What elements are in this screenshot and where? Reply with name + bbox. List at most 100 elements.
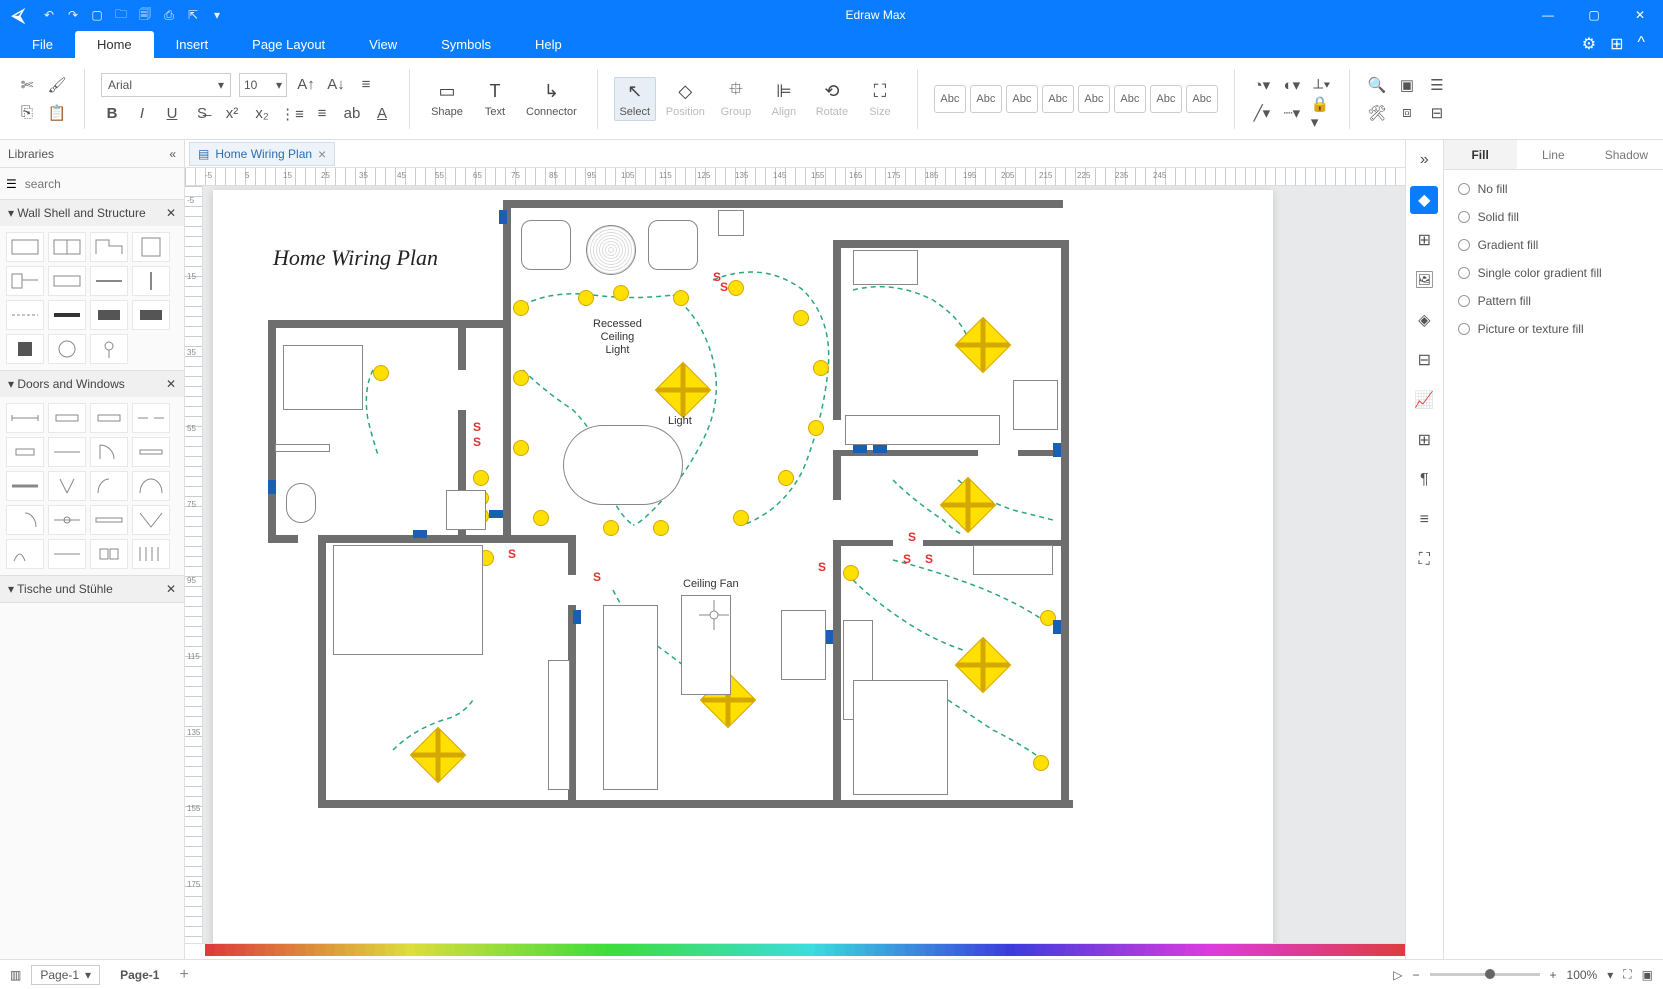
text-panel-icon[interactable]: ¶ xyxy=(1410,466,1438,494)
lib-item[interactable] xyxy=(90,505,128,535)
shape-button[interactable]: ▭Shape xyxy=(426,78,468,120)
font-select[interactable]: Arial▾ xyxy=(101,73,231,97)
italic-icon[interactable]: I xyxy=(131,103,153,125)
style-5[interactable]: Abc xyxy=(1078,85,1110,113)
lib-item[interactable] xyxy=(132,403,170,433)
position-button[interactable]: ◇Position xyxy=(662,78,709,120)
lib-item[interactable] xyxy=(48,403,86,433)
close-tab-icon[interactable]: × xyxy=(318,146,326,162)
fill-option-gradient[interactable]: Gradient fill xyxy=(1458,238,1649,252)
line-icon[interactable]: ╱▾ xyxy=(1251,102,1273,124)
open-icon[interactable]: ▢ xyxy=(88,6,106,24)
add-page-button[interactable]: + xyxy=(179,966,188,984)
tools-icon[interactable]: 🛠 xyxy=(1366,102,1388,124)
section-doors[interactable]: ▾ Doors and Windows✕ xyxy=(0,371,184,397)
fill-panel-icon[interactable]: ◆ xyxy=(1410,186,1438,214)
zoom-in-icon[interactable]: + xyxy=(1550,968,1557,982)
tab-page-layout[interactable]: Page Layout xyxy=(230,31,347,58)
list-icon[interactable]: ≡ xyxy=(311,103,333,125)
image-panel-icon[interactable]: 🖼 xyxy=(1410,266,1438,294)
undo-icon[interactable]: ↶ xyxy=(40,6,58,24)
page-tab[interactable]: Page-1 xyxy=(110,966,169,984)
color-bar[interactable] xyxy=(185,943,1405,959)
fit-page-icon[interactable]: ⛶ xyxy=(1623,967,1631,982)
inc-font-icon[interactable]: A↑ xyxy=(295,74,317,96)
tab-line[interactable]: Line xyxy=(1517,140,1590,169)
table-panel-icon[interactable]: ⊞ xyxy=(1410,426,1438,454)
collapse-library-icon[interactable]: « xyxy=(169,147,176,161)
style-3[interactable]: Abc xyxy=(1006,85,1038,113)
align-button[interactable]: ⊫Align xyxy=(763,78,805,120)
collapse-ribbon-icon[interactable]: ^ xyxy=(1637,34,1645,54)
lib-item[interactable] xyxy=(48,334,86,364)
lib-item[interactable] xyxy=(90,232,128,262)
superscript-icon[interactable]: x² xyxy=(221,103,243,125)
align-panel-icon[interactable]: ≡ xyxy=(1410,506,1438,534)
fill-option-none[interactable]: No fill xyxy=(1458,182,1649,196)
paste-icon[interactable]: 📋 xyxy=(46,102,68,124)
dash-icon[interactable]: ┈▾ xyxy=(1281,102,1303,124)
fill-icon[interactable]: ◔▾ xyxy=(1251,74,1273,96)
lib-item[interactable] xyxy=(48,300,86,330)
maximize-button[interactable]: ▢ xyxy=(1571,0,1617,30)
bullets-icon[interactable]: ⋮≡ xyxy=(281,103,303,125)
style-8[interactable]: Abc xyxy=(1186,85,1218,113)
presentation-icon[interactable]: ▷ xyxy=(1393,968,1402,982)
save-icon[interactable]: 🗐 xyxy=(136,6,154,24)
tree-icon[interactable]: ⊟ xyxy=(1426,102,1448,124)
selectall-icon[interactable]: ▣ xyxy=(1396,74,1418,96)
style-7[interactable]: Abc xyxy=(1150,85,1182,113)
font-color-icon[interactable]: A xyxy=(371,103,393,125)
strike-icon[interactable]: S̶ xyxy=(191,103,213,125)
lib-item[interactable] xyxy=(132,505,170,535)
style-2[interactable]: Abc xyxy=(970,85,1002,113)
bold-icon[interactable]: B xyxy=(101,103,123,125)
lib-item[interactable] xyxy=(6,403,44,433)
subscript-icon[interactable]: x₂ xyxy=(251,103,273,125)
group-button[interactable]: ⯐Group xyxy=(715,78,757,120)
lib-item[interactable] xyxy=(6,232,44,262)
lib-item[interactable] xyxy=(132,471,170,501)
lib-item[interactable] xyxy=(6,471,44,501)
lib-item[interactable] xyxy=(48,471,86,501)
expand-all-icon[interactable]: ⛶ xyxy=(1410,546,1438,574)
lib-item[interactable] xyxy=(90,539,128,569)
fullscreen-icon[interactable]: ▣ xyxy=(1642,968,1653,982)
text-button[interactable]: TText xyxy=(474,78,516,120)
fill-option-picture[interactable]: Picture or texture fill xyxy=(1458,322,1649,336)
tab-insert[interactable]: Insert xyxy=(154,31,231,58)
lib-item[interactable] xyxy=(132,232,170,262)
lib-item[interactable] xyxy=(132,539,170,569)
lib-item[interactable] xyxy=(6,266,44,296)
settings-icon[interactable]: ⚙ xyxy=(1582,34,1596,54)
underline-icon[interactable]: U xyxy=(161,103,183,125)
select-button[interactable]: ↖Select xyxy=(614,77,656,121)
lib-item[interactable] xyxy=(90,334,128,364)
style-6[interactable]: Abc xyxy=(1114,85,1146,113)
tab-help[interactable]: Help xyxy=(513,31,584,58)
lib-item[interactable] xyxy=(132,300,170,330)
copy-icon[interactable]: ⎘ xyxy=(16,102,38,124)
canvas-page[interactable]: Home Wiring Plan xyxy=(213,190,1273,943)
more-icon[interactable]: ▾ xyxy=(208,6,226,24)
connector-button[interactable]: ↳Connector xyxy=(522,78,581,120)
lib-item[interactable] xyxy=(48,539,86,569)
expand-right-icon[interactable]: » xyxy=(1410,146,1438,174)
tab-shadow[interactable]: Shadow xyxy=(1590,140,1663,169)
format-painter-icon[interactable]: 🖌 xyxy=(46,74,68,96)
redo-icon[interactable]: ↷ xyxy=(64,6,82,24)
section-wall[interactable]: ▾ Wall Shell and Structure✕ xyxy=(0,200,184,226)
style-1[interactable]: Abc xyxy=(934,85,966,113)
apps-icon[interactable]: ⊞ xyxy=(1610,34,1623,54)
textbox-icon[interactable]: ⧈ xyxy=(1396,102,1418,124)
align-left-icon[interactable]: ≡ xyxy=(355,74,377,96)
tab-fill[interactable]: Fill xyxy=(1444,140,1517,169)
lib-item[interactable] xyxy=(6,300,44,330)
lib-item[interactable] xyxy=(6,505,44,535)
minimize-button[interactable]: — xyxy=(1525,0,1571,30)
lib-item[interactable] xyxy=(90,266,128,296)
size-button[interactable]: ⛶Size xyxy=(859,78,901,120)
page-select[interactable]: Page-1▾ xyxy=(31,965,100,985)
fill-option-single-gradient[interactable]: Single color gradient fill xyxy=(1458,266,1649,280)
crop-icon[interactable]: ⟂▾ xyxy=(1311,74,1333,96)
